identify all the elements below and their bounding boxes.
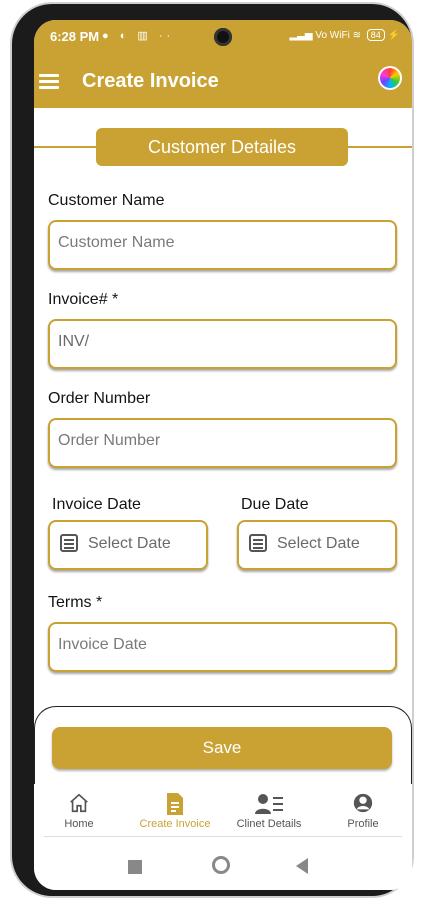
battery-level: 84 — [370, 30, 381, 40]
terms-input[interactable] — [58, 636, 378, 654]
camera-icon — [214, 28, 232, 46]
status-right: ▂▃▅ Vo WiFi ≋ 84 ⚡ — [289, 29, 400, 41]
nav-create-invoice-label: Create Invoice — [139, 818, 211, 830]
wifi-icon: ≋ — [352, 30, 361, 41]
profile-icon — [316, 792, 410, 818]
nav-home-label: Home — [64, 818, 94, 830]
order-number-field[interactable] — [48, 418, 397, 468]
order-number-input[interactable] — [58, 432, 378, 450]
invoice-number-field[interactable] — [48, 319, 397, 369]
home-icon — [34, 792, 126, 818]
page-title: Create Invoice — [82, 70, 219, 92]
battery-icon: 84 — [366, 29, 385, 41]
invoice-date-label: Invoice Date — [52, 496, 141, 513]
nav-profile-label: Profile — [347, 818, 379, 830]
due-date-value: Select Date — [277, 535, 360, 552]
app-bar: Create Invoice — [34, 64, 412, 108]
back-button[interactable] — [296, 858, 308, 874]
invoice-number-label: Invoice# * — [48, 291, 119, 308]
document-icon — [128, 792, 222, 818]
menu-icon[interactable] — [39, 74, 59, 90]
nav-divider — [44, 836, 402, 837]
client-details-icon — [222, 792, 316, 818]
due-date-label: Due Date — [241, 496, 309, 513]
home-button[interactable] — [212, 856, 230, 874]
save-button[interactable]: Save — [52, 727, 392, 769]
network-label: Vo WiFi — [315, 30, 350, 41]
signal-icon: ▂▃▅ — [289, 30, 313, 41]
terms-field[interactable] — [48, 622, 397, 672]
recent-apps-button[interactable] — [128, 860, 142, 874]
customer-name-label: Customer Name — [48, 192, 165, 209]
calendar-icon — [249, 534, 267, 552]
section-header: Customer Detailes — [96, 128, 348, 166]
form-content: Customer Detailes Customer Name Invoice#… — [34, 108, 412, 718]
nav-client-details[interactable]: Clinet Details — [222, 792, 316, 830]
nav-create-invoice[interactable]: Create Invoice — [128, 792, 222, 830]
phone-frame: 6:28 PM ● ◐ ▥ ·· ▂▃▅ Vo WiFi ≋ 84 ⚡ Crea… — [12, 4, 412, 896]
bottom-nav: Home Create Invoice Clinet Details Profi… — [34, 784, 412, 840]
nav-profile[interactable]: Profile — [316, 792, 410, 830]
system-nav-bar — [34, 846, 412, 890]
nav-client-details-label: Clinet Details — [236, 818, 302, 830]
invoice-date-picker[interactable]: Select Date — [48, 520, 208, 570]
due-date-picker[interactable]: Select Date — [237, 520, 397, 570]
nav-home[interactable]: Home — [34, 792, 126, 830]
notification-icons: ● ◐ ▥ ·· — [102, 30, 175, 42]
customer-name-field[interactable] — [48, 220, 397, 270]
customer-name-input[interactable] — [58, 234, 378, 252]
status-bar: 6:28 PM ● ◐ ▥ ·· ▂▃▅ Vo WiFi ≋ 84 ⚡ — [34, 20, 412, 52]
terms-label: Terms * — [48, 594, 103, 611]
color-wheel-icon[interactable] — [378, 66, 402, 90]
status-time: 6:28 PM — [50, 29, 100, 44]
invoice-date-value: Select Date — [88, 535, 171, 552]
order-number-label: Order Number — [48, 390, 151, 407]
screen: 6:28 PM ● ◐ ▥ ·· ▂▃▅ Vo WiFi ≋ 84 ⚡ Crea… — [34, 20, 412, 890]
charging-icon: ⚡ — [387, 30, 400, 41]
calendar-icon — [60, 534, 78, 552]
invoice-number-input[interactable] — [58, 333, 378, 351]
